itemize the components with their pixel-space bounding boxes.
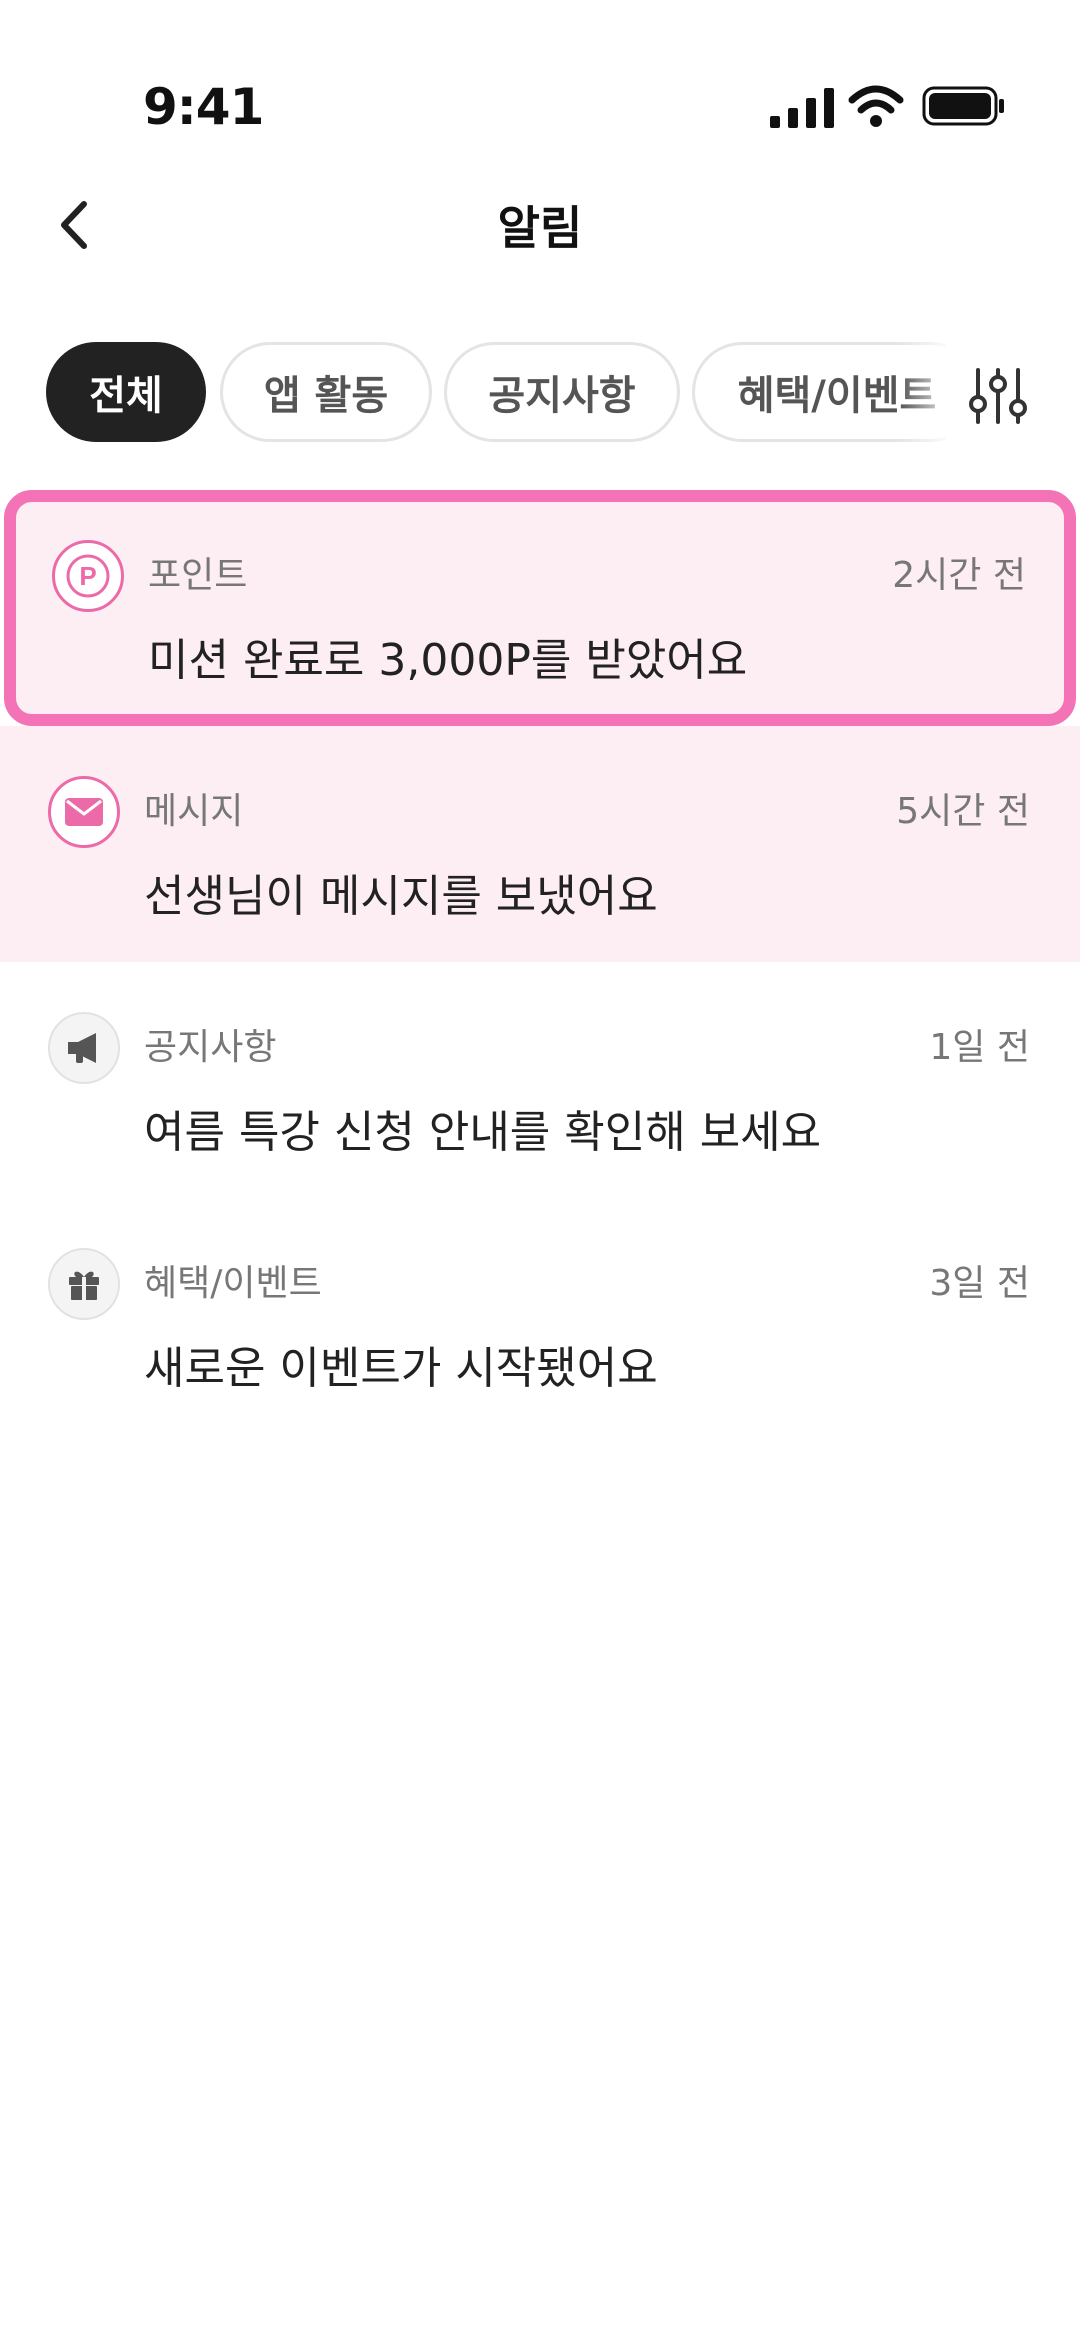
gift-icon	[48, 1248, 120, 1320]
notification-item-message[interactable]: 메시지 5시간 전 선생님이 메시지를 보냈어요	[0, 726, 1080, 962]
item-category: 메시지	[144, 791, 244, 832]
header: 알림	[0, 170, 1080, 280]
tab-app-activity[interactable]: 앱 활동	[220, 342, 432, 442]
item-time: 1일 전	[929, 1027, 1030, 1068]
item-message: 새로운 이벤트가 시작됐어요	[144, 1343, 658, 1394]
filter-tabs: 전체 앱 활동 공지사항 혜택/이벤트	[0, 338, 1080, 448]
megaphone-icon	[48, 1012, 120, 1084]
notification-item-point[interactable]: P 포인트 2시간 전 미션 완료로 3,000P를 받았어요	[4, 490, 1076, 726]
battery-icon	[922, 86, 1004, 126]
tab-notice[interactable]: 공지사항	[444, 342, 680, 442]
item-message: 미션 완료로 3,000P를 받았어요	[148, 635, 748, 686]
filter-settings-icon[interactable]	[966, 364, 1030, 428]
svg-text:P: P	[79, 561, 96, 591]
cellular-signal-icon	[770, 88, 834, 128]
status-time: 9:41	[143, 78, 264, 136]
item-message: 선생님이 메시지를 보냈어요	[144, 871, 658, 922]
point-icon: P	[52, 540, 124, 612]
item-message: 여름 특강 신청 안내를 확인해 보세요	[144, 1107, 822, 1158]
item-time: 3일 전	[929, 1263, 1030, 1304]
notification-item-event[interactable]: 혜택/이벤트 3일 전 새로운 이벤트가 시작됐어요	[0, 1198, 1080, 1434]
page-title: 알림	[497, 201, 583, 255]
tab-list: 전체 앱 활동 공지사항 혜택/이벤트	[46, 338, 946, 448]
tab-all[interactable]: 전체	[46, 342, 206, 442]
wifi-icon	[848, 85, 904, 127]
item-category: 공지사항	[144, 1027, 277, 1068]
item-category: 혜택/이벤트	[144, 1263, 322, 1304]
tab-scroll-fade	[900, 338, 970, 448]
mail-icon	[48, 776, 120, 848]
item-time: 2시간 전	[892, 555, 1026, 596]
status-bar: 9:41	[0, 0, 1080, 160]
item-category: 포인트	[148, 555, 248, 596]
item-time: 5시간 전	[896, 791, 1030, 832]
notification-item-notice[interactable]: 공지사항 1일 전 여름 특강 신청 안내를 확인해 보세요	[0, 962, 1080, 1198]
